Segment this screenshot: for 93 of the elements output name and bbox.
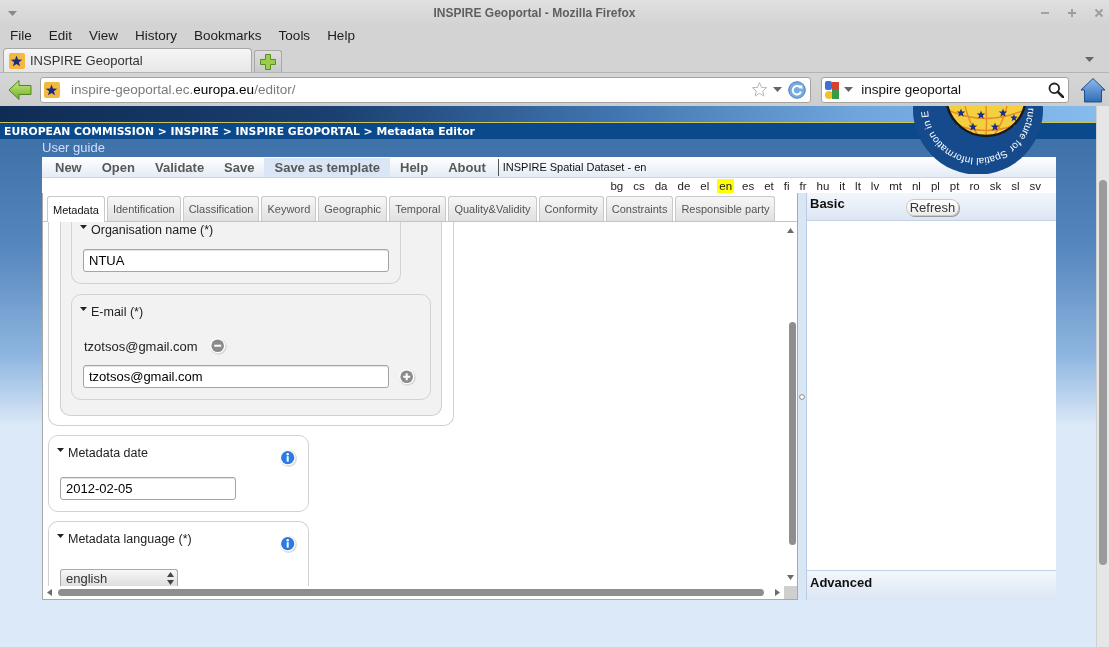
language-link[interactable]: it	[837, 178, 848, 193]
email-entry: tzotsos@gmail.com	[84, 338, 198, 354]
caret-icon[interactable]	[57, 448, 64, 452]
field-label: Metadata date	[68, 445, 148, 461]
text-field[interactable]: tzotsos@gmail.com	[83, 365, 389, 388]
panel-title: Basic	[810, 196, 845, 211]
toolbar-button[interactable]: New	[45, 157, 92, 177]
language-link[interactable]: en	[717, 178, 735, 193]
scrollbar-thumb[interactable]	[788, 322, 796, 545]
new-tab-button[interactable]	[254, 50, 282, 72]
arrow-up-icon[interactable]	[786, 228, 794, 233]
bookmark-star-icon[interactable]	[751, 81, 769, 98]
back-arrow-icon[interactable]	[8, 78, 32, 101]
address-bar[interactable]: inspire-geoportal.ec.europa.eu/editor/	[40, 76, 812, 103]
editor-tab[interactable]: Classification	[182, 196, 260, 221]
toolbar-button[interactable]: Validate	[144, 157, 215, 177]
editor-tab[interactable]: Metadata	[47, 196, 105, 222]
editor-tab[interactable]: Quality&Validity	[448, 196, 537, 221]
language-link[interactable]: cs	[631, 178, 647, 193]
toolbar-button[interactable]: Open	[91, 157, 145, 177]
language-link[interactable]: mt	[887, 178, 904, 193]
menu-item[interactable]: Bookmarks	[194, 27, 262, 45]
language-link[interactable]: bg	[608, 178, 626, 193]
language-link[interactable]: sk	[987, 178, 1004, 193]
language-link[interactable]: de	[675, 178, 693, 193]
field-label: E-mail (*)	[91, 304, 144, 320]
editor-tab[interactable]: Keyword	[261, 196, 317, 221]
language-link[interactable]: fr	[797, 178, 809, 193]
text-field[interactable]: NTUA	[83, 249, 389, 272]
language-link[interactable]: fi	[781, 178, 792, 193]
section-header[interactable]: Advanced	[807, 570, 1056, 600]
star-favicon-icon	[44, 81, 60, 98]
scrollbar-thumb[interactable]	[58, 589, 764, 596]
menu-item[interactable]: Help	[327, 27, 355, 45]
info-icon[interactable]	[279, 449, 297, 467]
editor-tab[interactable]: Responsible party	[675, 196, 776, 221]
language-link[interactable]: el	[698, 178, 712, 193]
language-link[interactable]: es	[740, 178, 757, 193]
menu-item[interactable]: History	[135, 27, 178, 45]
user-guide-link[interactable]: User guide	[42, 139, 105, 157]
language-link[interactable]: sv	[1027, 178, 1043, 193]
search-bar[interactable]: inspire geoportal	[821, 76, 1070, 103]
document-title: INSPIRE Spatial Dataset - en	[502, 161, 647, 173]
field-label: Metadata language (*)	[68, 531, 192, 547]
arrow-down-icon[interactable]	[786, 575, 794, 580]
toolbar-button[interactable]: Save as template	[264, 157, 390, 177]
logo-text: in E	[919, 110, 934, 131]
editor-tab[interactable]: Geographic	[318, 196, 388, 221]
toolbar-button[interactable]: About	[438, 157, 496, 177]
browser-tab[interactable]: INSPIRE Geoportal	[3, 48, 252, 72]
menu-item[interactable]: Tools	[278, 27, 311, 45]
arrow-right-icon[interactable]	[775, 589, 780, 596]
editor-tab[interactable]: Identification	[106, 196, 181, 221]
minus-circle-icon[interactable]	[208, 337, 227, 355]
plus-icon	[259, 52, 277, 71]
scrollbar-corner	[784, 586, 797, 599]
language-link[interactable]: lt	[853, 178, 863, 193]
window-title: INSPIRE Geoportal - Mozilla Firefox	[433, 6, 636, 20]
language-link[interactable]: nl	[909, 178, 923, 193]
editor-tab[interactable]: Temporal	[389, 196, 447, 221]
home-icon[interactable]	[1080, 76, 1106, 103]
language-link[interactable]: lv	[868, 178, 882, 193]
up-down-arrows-icon	[167, 572, 174, 585]
caret-icon[interactable]	[80, 307, 87, 311]
star-favicon-icon	[9, 52, 25, 69]
language-link[interactable]: pl	[928, 178, 942, 193]
field-label: Organisation name (*)	[91, 222, 214, 238]
info-icon[interactable]	[279, 535, 297, 553]
language-link[interactable]: et	[762, 178, 776, 193]
language-link[interactable]: ro	[967, 178, 982, 193]
scrollbar-thumb[interactable]	[1099, 180, 1107, 565]
language-link[interactable]: da	[652, 178, 670, 193]
reload-icon[interactable]	[788, 80, 807, 99]
arrow-left-icon[interactable]	[47, 589, 52, 596]
search-icon[interactable]	[1048, 81, 1065, 98]
select-field[interactable]: english	[60, 569, 178, 586]
toolbar-button[interactable]: Help	[390, 157, 439, 177]
editor-tab[interactable]: Constraints	[605, 196, 674, 221]
toolbar-button[interactable]: Save	[214, 157, 265, 177]
refresh-button[interactable]: Refresh	[905, 199, 960, 216]
editor-tab[interactable]: Conformity	[538, 196, 604, 221]
caret-icon[interactable]	[57, 534, 64, 538]
menu-item[interactable]: View	[89, 27, 119, 45]
colorful-g-icon[interactable]	[825, 80, 840, 99]
menu-item[interactable]: Edit	[48, 27, 73, 45]
caret-icon[interactable]	[80, 225, 87, 229]
text-field[interactable]: 2012-02-05	[60, 477, 236, 500]
language-link[interactable]: sl	[1009, 178, 1022, 193]
plus-circle-icon[interactable]	[398, 367, 416, 386]
menu-item[interactable]: File	[10, 27, 32, 45]
breadcrumb-text: EUROPEAN COMMISSION > INSPIRE > INSPIRE GEOPORTAL > Metadata Editor	[4, 124, 475, 138]
language-link[interactable]: pt	[947, 178, 962, 193]
language-link[interactable]: hu	[814, 178, 832, 193]
